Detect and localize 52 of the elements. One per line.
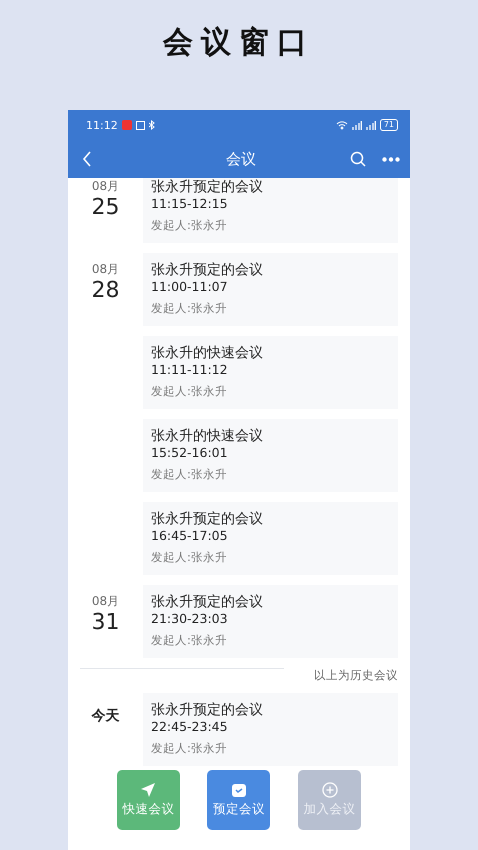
meeting-initiator: 发起人:张永升	[151, 218, 228, 233]
meeting-time: 11:11-11:12	[151, 362, 229, 377]
signal-icon	[352, 120, 362, 130]
signal-icon	[366, 120, 376, 130]
nav-title: 会议	[226, 150, 256, 168]
meeting-time: 11:00-11:07	[151, 279, 229, 294]
date-month: 08月	[92, 178, 120, 195]
meeting-time: 16:45-17:05	[151, 528, 229, 543]
status-time: 11:12	[86, 118, 118, 132]
bluetooth-icon	[148, 120, 155, 130]
meeting-initiator: 发起人:张永升	[151, 301, 228, 316]
meeting-card[interactable]: 张永升预定的会议 11:15-12:15 发起人:张永升	[143, 178, 398, 243]
date-day: 25	[92, 195, 120, 220]
date-month: 08月	[92, 261, 120, 278]
meeting-card[interactable]: 张永升预定的会议 16:45-17:05 发起人:张永升	[143, 502, 398, 575]
calendar-icon	[230, 782, 247, 798]
more-icon[interactable]	[382, 156, 400, 162]
meeting-initiator: 发起人:张永升	[151, 633, 228, 648]
meeting-time: 21:30-23:03	[151, 611, 229, 626]
meeting-initiator: 发起人:张永升	[151, 467, 228, 482]
meeting-card[interactable]: 张永升预定的会议 21:30-23:03 发起人:张永升	[143, 585, 398, 658]
meeting-title: 张永升预定的会议	[151, 593, 264, 611]
app-notification-icon	[122, 120, 132, 130]
meeting-title: 张永升预定的会议	[151, 510, 264, 528]
date-day: 28	[92, 278, 120, 303]
meeting-time: 15:52-16:01	[151, 445, 229, 460]
meeting-action-button[interactable]: 预定会议	[207, 770, 270, 830]
meeting-title: 张永升的快速会议	[151, 344, 264, 362]
wifi-icon	[336, 120, 348, 130]
meeting-time: 22:45-23:45	[151, 719, 229, 734]
search-icon[interactable]	[350, 151, 366, 167]
history-divider-label: 以上为历史会议	[314, 668, 398, 683]
meeting-initiator: 发起人:张永升	[151, 550, 228, 565]
date-month: 08月	[92, 593, 120, 610]
back-icon[interactable]	[82, 151, 92, 167]
meeting-title: 张永升预定的会议	[151, 261, 264, 279]
meeting-card[interactable]: 张永升预定的会议 22:45-23:45 发起人:张永升	[143, 693, 398, 766]
date-day: 31	[92, 610, 120, 635]
meeting-card[interactable]: 张永升的快速会议 15:52-16:01 发起人:张永升	[143, 419, 398, 492]
meeting-title: 张永升预定的会议	[151, 701, 264, 719]
meeting-title: 张永升的快速会议	[151, 427, 264, 445]
battery-indicator: 71	[380, 119, 398, 131]
date-label: 今天	[92, 707, 120, 725]
meeting-card[interactable]: 张永升预定的会议 11:00-11:07 发起人:张永升	[143, 253, 398, 326]
meeting-card[interactable]: 张永升的快速会议 11:11-11:12 发起人:张永升	[143, 336, 398, 409]
page-title: 会议窗口	[163, 24, 315, 62]
plus-circle-icon	[322, 782, 338, 798]
meeting-initiator: 发起人:张永升	[151, 384, 228, 399]
meeting-initiator: 发起人:张永升	[151, 741, 228, 756]
send-icon	[140, 782, 156, 798]
meeting-time: 11:15-12:15	[151, 196, 229, 211]
meeting-title: 张永升预定的会议	[151, 178, 264, 196]
